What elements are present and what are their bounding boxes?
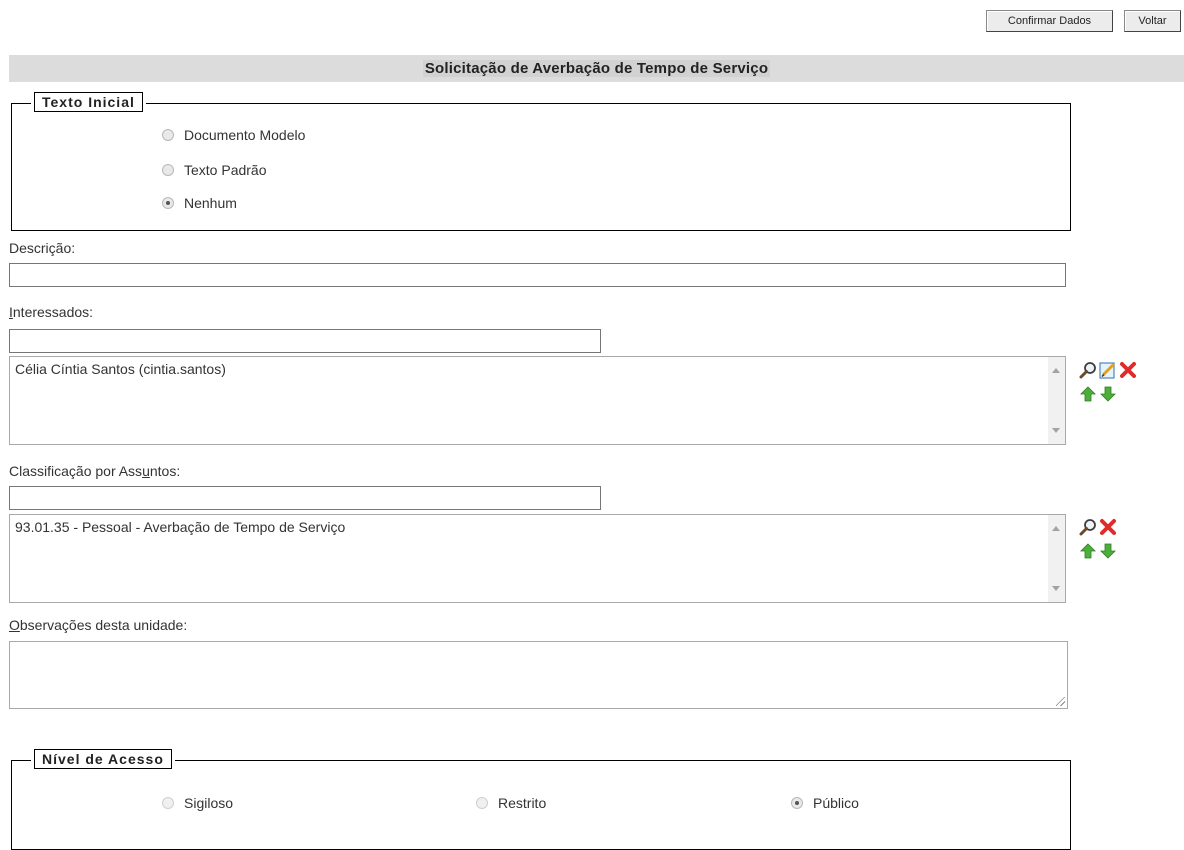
classificacao-list[interactable]: 93.01.35 - Pessoal - Averbação de Tempo …	[9, 514, 1066, 603]
nivel-acesso-legend: Nível de Acesso	[34, 749, 172, 769]
radio-texto-padrao[interactable]: Texto Padrão	[162, 162, 267, 178]
confirm-data-label: Confirmar Dados	[1007, 15, 1092, 27]
observacoes-label-accel: O	[9, 617, 20, 633]
nivel-acesso-legend-wrap: Nível de Acesso	[31, 749, 175, 769]
interessados-list[interactable]: Célia Cíntia Santos (cintia.santos)	[9, 356, 1066, 445]
confirm-data-button[interactable]: Confirmar Dados	[986, 10, 1113, 32]
radio-label: Texto Padrão	[184, 162, 267, 178]
radio-button[interactable]	[162, 164, 174, 176]
radio-restrito[interactable]: Restrito	[476, 795, 546, 811]
radio-nenhum[interactable]: Nenhum	[162, 195, 237, 211]
descricao-input[interactable]	[9, 263, 1066, 287]
classificacao-search-input[interactable]	[9, 486, 601, 510]
resize-grip-icon[interactable]	[1056, 697, 1065, 706]
interessados-label: Interessados:	[9, 304, 93, 320]
edit-icon[interactable]	[1099, 361, 1117, 379]
list-item[interactable]: 93.01.35 - Pessoal - Averbação de Tempo …	[15, 519, 345, 535]
search-icon[interactable]	[1079, 518, 1097, 536]
back-button[interactable]: Voltar	[1124, 10, 1181, 32]
classificacao-label-before: Classificação por Ass	[9, 463, 143, 479]
classificacao-label-accel: u	[142, 463, 150, 479]
move-down-icon[interactable]	[1099, 542, 1117, 560]
scrollbar[interactable]	[1048, 357, 1065, 444]
remove-icon[interactable]	[1099, 518, 1117, 536]
scroll-down-icon[interactable]	[1052, 428, 1060, 433]
search-icon[interactable]	[1079, 361, 1097, 379]
observacoes-label: Observações desta unidade:	[9, 617, 187, 633]
radio-button-checked[interactable]	[162, 197, 174, 209]
back-label: Voltar	[1138, 15, 1167, 27]
texto-inicial-legend-wrap: Texto Inicial	[31, 92, 146, 112]
scroll-up-icon[interactable]	[1052, 526, 1060, 531]
move-down-icon[interactable]	[1099, 385, 1117, 403]
radio-label: Público	[813, 795, 859, 811]
observacoes-textarea[interactable]	[9, 641, 1068, 709]
radio-button[interactable]	[162, 797, 174, 809]
interessados-search-input[interactable]	[9, 329, 601, 353]
scrollbar[interactable]	[1048, 515, 1065, 602]
radio-sigiloso[interactable]: Sigiloso	[162, 795, 233, 811]
page-title-bar: Solicitação de Averbação de Tempo de Ser…	[9, 55, 1184, 82]
descricao-label: Descrição:	[9, 240, 76, 256]
scroll-down-icon[interactable]	[1052, 586, 1060, 591]
classificacao-label-after: ntos:	[149, 463, 181, 479]
move-up-icon[interactable]	[1079, 542, 1097, 560]
remove-icon[interactable]	[1119, 361, 1137, 379]
list-item[interactable]: Célia Cíntia Santos (cintia.santos)	[15, 361, 226, 377]
scroll-up-icon[interactable]	[1052, 368, 1060, 373]
radio-button[interactable]	[476, 797, 488, 809]
radio-label: Restrito	[498, 795, 547, 811]
interessados-label-rest: nteressados:	[12, 304, 94, 320]
radio-label: Nenhum	[184, 195, 237, 211]
radio-button-checked[interactable]	[791, 797, 803, 809]
classificacao-label: Classificação por Assuntos:	[9, 463, 180, 479]
move-up-icon[interactable]	[1079, 385, 1097, 403]
page-title: Solicitação de Averbação de Tempo de Ser…	[422, 60, 771, 77]
radio-button[interactable]	[162, 129, 174, 141]
radio-documento-modelo[interactable]: Documento Modelo	[162, 127, 305, 143]
observacoes-label-rest: bservações desta unidade:	[19, 617, 188, 633]
radio-label: Sigiloso	[184, 795, 234, 811]
radio-publico[interactable]: Público	[791, 795, 859, 811]
radio-label: Documento Modelo	[184, 127, 306, 143]
texto-inicial-legend: Texto Inicial	[34, 92, 143, 112]
